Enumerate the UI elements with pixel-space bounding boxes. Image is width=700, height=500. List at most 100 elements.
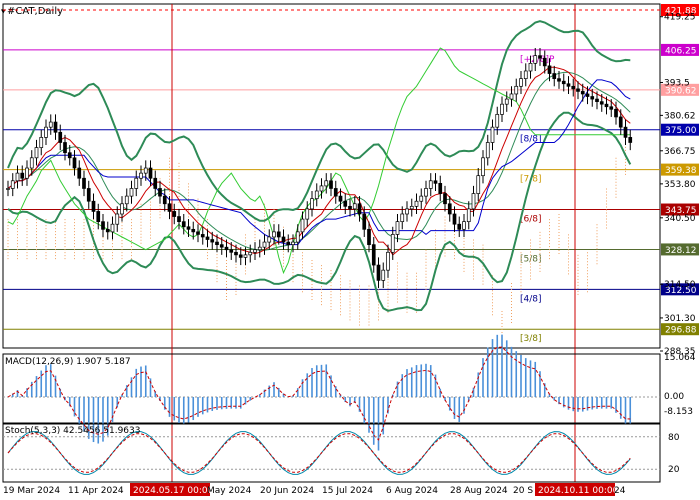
price-tick-label-12: 314.50 <box>664 280 696 290</box>
candle-body-130 <box>623 126 628 138</box>
candle-body-104 <box>500 103 504 115</box>
candle-body-14 <box>72 157 77 169</box>
x-tick-label-6: 6 Aug 2024 <box>386 486 438 496</box>
candle-body-33 <box>162 195 167 205</box>
candle-body-15 <box>77 167 82 179</box>
candle-body-91 <box>438 182 443 194</box>
candle-body-9 <box>48 121 53 128</box>
candle-body-45 <box>219 244 224 248</box>
candle-body-49 <box>238 254 243 258</box>
candle-body-69 <box>333 188 338 197</box>
candle-body-37 <box>181 221 186 228</box>
candle-body-26 <box>129 188 134 197</box>
candle-body-63 <box>305 208 310 220</box>
candle-body-74 <box>357 203 362 215</box>
candle-body-62 <box>300 218 305 233</box>
candle-body-83 <box>400 213 405 223</box>
price-tick-label-16: 288.35 <box>664 347 696 357</box>
x-tick-label-3: May 2024 <box>207 486 252 496</box>
candle-body-84 <box>405 208 409 215</box>
candle-body-39 <box>191 228 196 233</box>
stoch-tick-0: 80 <box>668 433 680 443</box>
candle-body-6 <box>34 147 39 159</box>
candle-body-131 <box>628 137 633 143</box>
candle-body-112 <box>538 55 542 59</box>
price-badge-label-1: 406.25 <box>665 46 697 56</box>
candle-body-126 <box>604 103 609 108</box>
murray-label-7: [4/8] <box>520 294 542 304</box>
candle-body-127 <box>609 106 614 110</box>
candle-body-76 <box>367 228 371 245</box>
macd-tick-2: -8.153 <box>664 407 693 417</box>
candle-body-55 <box>267 236 272 243</box>
candle-body-8 <box>44 126 48 138</box>
candle-body-48 <box>234 251 238 256</box>
candle-body-35 <box>172 211 177 217</box>
candle-body-78 <box>376 264 381 281</box>
candle-body-47 <box>229 249 234 253</box>
candle-body-102 <box>490 126 495 143</box>
candle-body-54 <box>262 241 267 248</box>
candle-body-81 <box>390 234 395 253</box>
candle-body-61 <box>295 231 300 243</box>
candle-body-94 <box>452 213 457 225</box>
candle-body-52 <box>253 249 257 253</box>
candle-body-88 <box>424 188 428 197</box>
candle-body-16 <box>82 177 86 189</box>
candle-body-128 <box>614 108 618 118</box>
price-chart-svg: #CAT,Daily ▾ [+2/8]P[8/8][7/8][6/8][5/8]… <box>0 0 700 500</box>
candle-body-1 <box>10 180 15 189</box>
candle-body-107 <box>514 85 519 95</box>
candle-body-11 <box>58 131 63 143</box>
x-tick-label-0: 19 Mar 2024 <box>3 486 60 496</box>
candle-body-58 <box>281 236 286 243</box>
candle-body-28 <box>139 172 143 179</box>
candle-body-19 <box>96 211 101 223</box>
candle-body-71 <box>343 200 348 207</box>
candle-body-118 <box>566 83 571 87</box>
murray-label-5: [6/8] <box>520 215 542 225</box>
x-tick-label-5: 15 Jul 2024 <box>322 486 373 496</box>
candle-body-119 <box>571 85 576 90</box>
candle-body-53 <box>257 246 262 251</box>
candle-body-93 <box>447 203 452 215</box>
candle-body-40 <box>196 231 200 235</box>
candle-body-125 <box>599 101 604 105</box>
candle-body-124 <box>595 98 599 102</box>
candle-body-13 <box>67 152 72 159</box>
candle-body-96 <box>462 221 466 230</box>
candle-body-101 <box>485 142 490 159</box>
x-tick-label-2: 2024.05.17 00:00 <box>133 486 214 496</box>
candle-body-97 <box>466 208 471 223</box>
candle-body-12 <box>63 142 67 154</box>
stoch-label: Stoch(5,3,3) 42.5456 51.9633 <box>5 426 140 436</box>
candle-body-106 <box>509 93 514 100</box>
x-tick-label-7: 28 Aug 2024 <box>450 486 508 496</box>
price-badge-label-6: 328.12 <box>665 246 697 256</box>
stoch-tick-1: 20 <box>668 465 680 475</box>
price-tick-label-4: 380.62 <box>664 111 696 121</box>
candle-body-18 <box>91 200 96 212</box>
chart-background <box>0 0 700 500</box>
candle-body-59 <box>286 241 291 245</box>
candle-body-73 <box>352 203 357 210</box>
candle-body-109 <box>523 70 528 79</box>
candle-body-60 <box>291 241 295 245</box>
candle-body-57 <box>276 231 281 238</box>
price-tick-label-14: 301.30 <box>664 314 696 324</box>
candle-body-87 <box>419 195 424 202</box>
candle-body-43 <box>210 239 215 243</box>
candle-body-82 <box>395 221 400 235</box>
candle-body-41 <box>200 234 205 238</box>
candle-body-123 <box>590 96 595 100</box>
candle-body-108 <box>519 78 523 87</box>
macd-label: MACD(12,26,9) 1.907 5.187 <box>5 357 131 367</box>
price-tick-label-6: 366.75 <box>664 147 696 157</box>
candle-body-44 <box>215 241 219 245</box>
candle-body-105 <box>504 98 509 105</box>
x-tick-label-9: 2024.10.11 00:00 <box>538 486 619 496</box>
candle-body-103 <box>495 114 500 128</box>
candle-body-111 <box>533 55 538 64</box>
candle-body-38 <box>186 226 191 230</box>
candle-body-79 <box>381 269 386 281</box>
